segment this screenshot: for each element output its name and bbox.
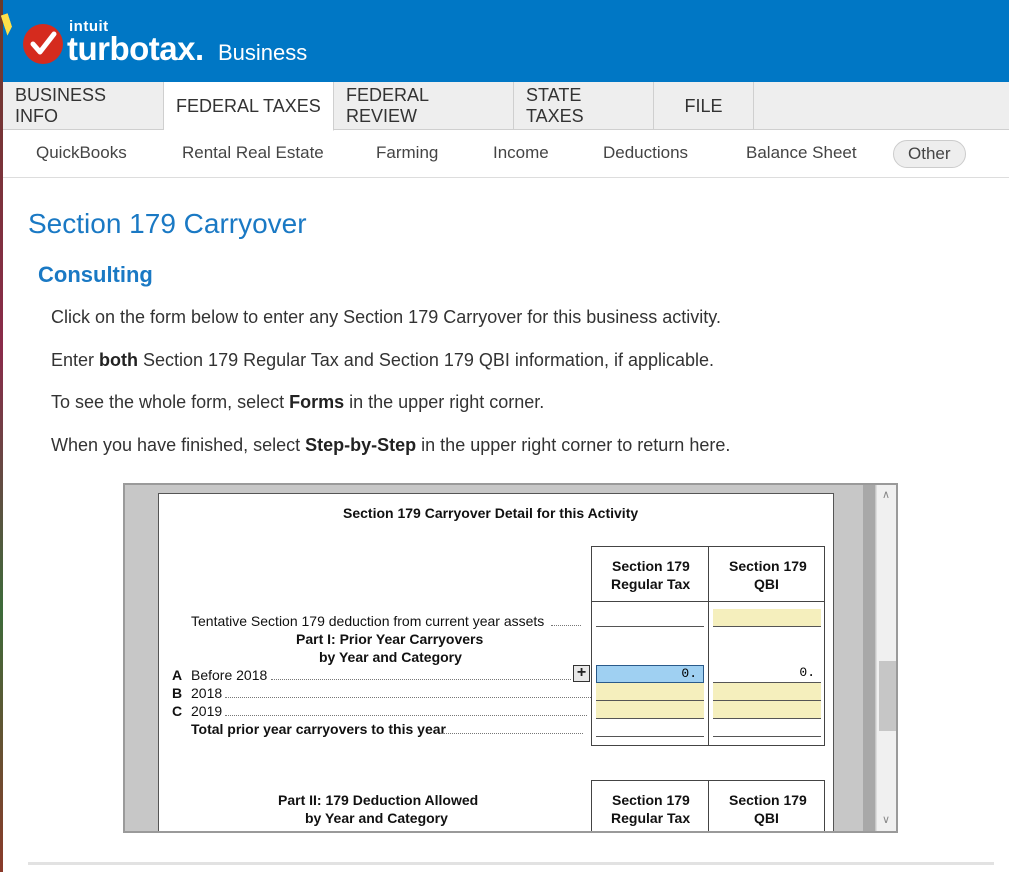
col-regular-header-1: Section 179	[612, 558, 690, 574]
tab-business-info[interactable]: BUSINESS INFO	[3, 82, 164, 130]
subnav-deductions[interactable]: Deductions	[603, 143, 688, 163]
edition-label: Business	[218, 40, 308, 65]
total-regular-field	[596, 719, 704, 737]
form-heading: Section 179 Carryover Detail for this Ac…	[343, 505, 639, 521]
tab-file[interactable]: FILE	[654, 82, 754, 130]
leader-dots	[271, 679, 571, 680]
sub-navigation: QuickBooks Rental Real Estate Farming In…	[3, 131, 1009, 178]
tab-federal-taxes[interactable]: FEDERAL TAXES	[164, 82, 334, 131]
subnav-balance-sheet[interactable]: Balance Sheet	[746, 143, 857, 163]
form-viewer[interactable]: Section 179 Carryover Detail for this Ac…	[123, 483, 898, 833]
subnav-income[interactable]: Income	[493, 143, 549, 163]
row-a-regular-field[interactable]: 0.	[596, 665, 704, 683]
total-qbi-field	[713, 719, 821, 737]
row-a-label: Before 2018	[191, 667, 268, 683]
col-regular-header-2: Regular Tax	[611, 576, 691, 592]
part2-col-qbi-header-1: Section 179	[729, 792, 807, 808]
activity-name: Consulting	[38, 262, 153, 287]
leader-dots	[225, 697, 591, 698]
instruction-1: Click on the form below to enter any Sec…	[51, 307, 721, 327]
content-divider	[28, 862, 994, 865]
part1-heading-2: by Year and Category	[319, 649, 462, 665]
checkmark-logo-icon	[23, 24, 63, 64]
row-c-label: 2019	[191, 703, 223, 719]
row-b-label: 2018	[191, 685, 223, 701]
instruction-4: When you have finished, select Step-by-S…	[51, 435, 731, 455]
col-qbi-header-2: QBI	[754, 576, 779, 592]
instruction-2: Enter both Section 179 Regular Tax and S…	[51, 350, 715, 370]
total-label: Total prior year carryovers to this year	[191, 721, 446, 737]
form-gutter	[863, 485, 875, 831]
leader-dots	[441, 733, 583, 734]
part1-heading-1: Part I: Prior Year Carryovers	[296, 631, 484, 647]
scroll-down-icon[interactable]: ∨	[882, 813, 890, 826]
row-c-letter: C	[172, 703, 183, 719]
tab-state-taxes[interactable]: STATE TAXES	[514, 82, 654, 130]
row-b-letter: B	[172, 685, 183, 701]
tentative-regular-field[interactable]	[596, 609, 704, 627]
leader-dots	[225, 715, 587, 716]
row-a-letter: A	[172, 667, 183, 683]
subnav-farming[interactable]: Farming	[376, 143, 438, 163]
part2-heading-1: Part II: 179 Deduction Allowed	[278, 792, 479, 808]
row-c-regular-field[interactable]	[596, 701, 704, 719]
subnav-other[interactable]: Other	[893, 140, 966, 168]
row-b-regular-field[interactable]	[596, 683, 704, 701]
col-qbi-header-1: Section 179	[729, 558, 807, 574]
header-divider	[591, 601, 825, 602]
subnav-rental-real-estate[interactable]: Rental Real Estate	[182, 143, 324, 163]
app-header: intuit turbotax. Business	[3, 0, 1009, 82]
tentative-qbi-field[interactable]	[713, 609, 821, 627]
form-scrollbar[interactable]: ∧ ∨	[876, 485, 896, 831]
part2-col-regular-header-2: Regular Tax	[611, 810, 691, 826]
row-b-qbi-field[interactable]	[713, 683, 821, 701]
turbotax-wordmark: turbotax.	[67, 30, 204, 67]
form-sheet: Section 179 Carryover Detail for this Ac…	[158, 493, 834, 831]
page-title: Section 179 Carryover	[28, 208, 307, 239]
row-a-qbi-field[interactable]: 0.	[713, 665, 821, 683]
scroll-up-icon[interactable]: ∧	[882, 488, 890, 501]
instruction-3: To see the whole form, select Forms in t…	[51, 392, 545, 412]
part2-col-regular-header-1: Section 179	[612, 792, 690, 808]
scroll-thumb[interactable]	[879, 661, 896, 731]
tab-federal-review[interactable]: FEDERAL REVIEW	[334, 82, 514, 130]
part2-heading-2: by Year and Category	[305, 810, 448, 826]
row-c-qbi-field[interactable]	[713, 701, 821, 719]
add-detail-icon[interactable]: +	[573, 665, 590, 682]
tentative-label: Tentative Section 179 deduction from cur…	[191, 613, 545, 629]
part2-col-qbi-header-2: QBI	[754, 810, 779, 826]
subnav-quickbooks[interactable]: QuickBooks	[36, 143, 127, 163]
leader-dots	[551, 625, 581, 626]
main-tabs: BUSINESS INFO FEDERAL TAXES FEDERAL REVI…	[3, 82, 1009, 131]
